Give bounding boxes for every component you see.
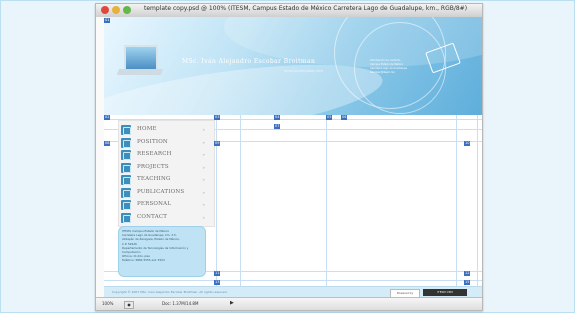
window-titlebar[interactable]: template copy.psd @ 100% (ITESM, Campus … (96, 4, 482, 18)
zoom-icon[interactable]: ◉ (124, 301, 134, 309)
guide-line (240, 115, 241, 297)
home-icon (121, 125, 131, 135)
header-info-panel: Información de contacto Campus Estado de… (370, 59, 430, 75)
chevron-right-icon: » (202, 177, 205, 182)
close-button[interactable] (101, 6, 109, 14)
address-box: ITESM, Campus Estado de México Carretera… (118, 226, 206, 277)
guide-line (104, 280, 482, 281)
window-title: template copy.psd @ 100% (ITESM, Campus … (144, 5, 468, 12)
status-menu-arrow-icon[interactable]: ▶ (230, 300, 234, 306)
position-icon (121, 137, 131, 148)
chevron-right-icon: » (202, 202, 205, 207)
nav-label: TEACHING (137, 176, 171, 182)
site-header-banner: MSc. Iván Alejandro Escobar Broitman www… (104, 17, 482, 115)
teaching-icon (121, 175, 131, 185)
address-line: Teléfono: 5864 5555 ext. 5523 (122, 258, 165, 263)
guide-line (456, 115, 457, 297)
guide-line (477, 115, 478, 297)
laptop-icon (116, 45, 164, 81)
chevron-right-icon: » (202, 152, 205, 157)
slice-tag[interactable]: 13 (214, 280, 221, 285)
photoshop-document-window[interactable]: template copy.psd @ 100% (ITESM, Campus … (95, 3, 483, 311)
research-icon (121, 150, 131, 160)
nav-label: PERSONAL (137, 201, 172, 207)
nav-item-contact[interactable]: CONTACT » (121, 212, 211, 224)
status-bar: 100% ◉ Doc: 1.37M/14.8M ▶ (96, 297, 482, 310)
zoom-button[interactable] (123, 6, 131, 14)
slice-tag[interactable]: 08 (104, 141, 111, 146)
nav-label: HOME (137, 126, 157, 132)
chevron-right-icon: » (202, 164, 205, 170)
nav-label: CONTACT (137, 213, 168, 220)
personal-icon (121, 200, 131, 210)
slice-tag[interactable]: 15 (464, 280, 471, 285)
publications-icon (121, 187, 131, 198)
slice-tag[interactable]: 07 (274, 124, 281, 129)
slice-tag[interactable]: 10 (464, 141, 471, 146)
website-url: www.ivanescobar.com (284, 69, 323, 73)
nav-label: PROJECTS (137, 163, 169, 170)
nav-item-research[interactable]: RESEARCH » (121, 149, 211, 161)
chevron-right-icon: » (202, 189, 205, 195)
nav-item-projects[interactable]: PROJECTS » (121, 162, 211, 174)
slice-tag[interactable]: 03 (214, 115, 221, 120)
institution-badge[interactable]: ITESM CEM (423, 289, 467, 296)
projects-icon (121, 162, 131, 173)
slice-tag[interactable]: 02 (104, 115, 111, 120)
nav-label: POSITION (137, 138, 168, 145)
chevron-right-icon: » (202, 214, 205, 220)
navigation-menu: HOME » POSITION » RESEARCH » PROJECTS » … (118, 120, 215, 227)
nav-item-home[interactable]: HOME » (121, 124, 211, 136)
document-size: Doc: 1.37M/14.8M (162, 301, 199, 306)
chevron-right-icon: » (202, 127, 205, 132)
nav-label: PUBLICATIONS (137, 188, 185, 195)
header-info-line: iescobar@itesm.mx (370, 71, 395, 74)
slice-tag[interactable]: 06 (341, 115, 348, 120)
nav-item-position[interactable]: POSITION » (121, 137, 211, 149)
slice-tag[interactable]: 05 (326, 115, 333, 120)
slice-tag[interactable]: 01 (104, 18, 111, 23)
zoom-level[interactable]: 100% (102, 301, 113, 306)
slice-tag[interactable]: 09 (214, 141, 221, 146)
slice-tag[interactable]: 04 (274, 115, 281, 120)
nav-item-personal[interactable]: PERSONAL » (121, 199, 211, 211)
slice-tag[interactable]: 12 (464, 271, 471, 276)
chevron-right-icon: » (202, 139, 205, 145)
slice-tag[interactable]: 11 (214, 271, 221, 276)
copyright-text: Copyright © 2007 MSc. Iván Alejandro Esc… (112, 290, 227, 294)
minimize-button[interactable] (112, 6, 120, 14)
nav-item-publications[interactable]: PUBLICATIONS » (121, 187, 211, 199)
author-name: MSc. Iván Alejandro Escobar Broitman (182, 58, 316, 65)
guide-line (326, 115, 327, 297)
nav-label: RESEARCH (137, 151, 172, 157)
contact-icon (121, 212, 131, 223)
nav-item-teaching[interactable]: TEACHING » (121, 174, 211, 186)
